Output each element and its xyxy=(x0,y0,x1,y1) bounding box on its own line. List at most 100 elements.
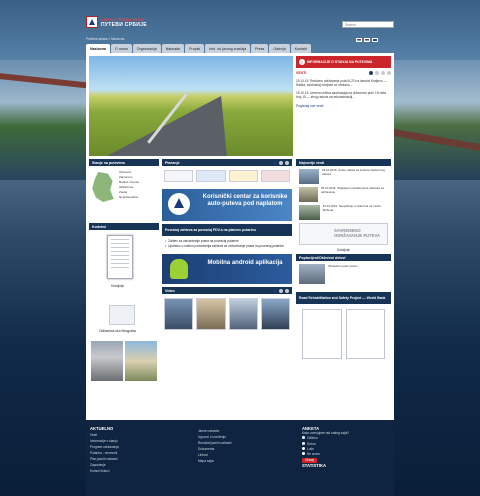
news-thumbnail xyxy=(299,187,318,202)
latest-news-heading: Najnovije vesti xyxy=(296,159,391,166)
search-input[interactable]: Search xyxy=(342,21,394,28)
site-container: ЈАВНО ПРЕДУЗЕЋЕ ПУТЕВИ СРБИЈЕ Search Poč… xyxy=(86,14,394,496)
serbia-map[interactable] xyxy=(92,172,114,202)
promo-photo[interactable] xyxy=(91,341,123,381)
pdv-item[interactable]: ▪ Uputstvo o načinu podnošenja zahteva za… xyxy=(165,244,289,249)
pager-dot[interactable] xyxy=(285,160,289,165)
stats-heading: STATISTIKA xyxy=(302,463,327,469)
flood-thumbnail xyxy=(299,264,325,284)
rehab-document[interactable] xyxy=(345,309,385,359)
hero-image[interactable] xyxy=(89,56,293,156)
pager-dot[interactable] xyxy=(387,71,391,75)
rehab-documents xyxy=(296,304,391,364)
footer-links-2: Javne nabavke Ugovori o izvođenju Rezult… xyxy=(198,428,232,464)
tab-propisi[interactable]: Propisi xyxy=(185,44,205,53)
pager-dot[interactable] xyxy=(273,160,277,165)
tab-press[interactable]: Press xyxy=(251,44,269,53)
flag-sr-icon[interactable] xyxy=(356,38,362,42)
pager-dot[interactable] xyxy=(369,71,373,75)
android-app-banner[interactable]: Mobilna android aplikacija xyxy=(162,254,292,285)
bank-logo[interactable] xyxy=(196,170,226,182)
payment-heading: Plaćanje xyxy=(162,159,292,166)
main-content: ! INFORMACIJE O STANJU NA PUTEVIMA VESTI… xyxy=(86,53,394,420)
rehab-document[interactable] xyxy=(302,309,342,359)
news-panel: ! INFORMACIJE O STANJU NA PUTEVIMA VESTI… xyxy=(296,56,391,156)
road-state-map[interactable]: Otvoreno Zatvoreno Radovi na putu Obilaz… xyxy=(89,166,159,220)
flood-block: Poplavljeni/Oštećeni delovi Obeleženi pu… xyxy=(296,254,391,289)
pager-dot[interactable] xyxy=(285,288,289,293)
flood-heading: Poplavljeni/Oštećeni delovi xyxy=(296,254,391,261)
flag-sr-latin-icon[interactable] xyxy=(364,38,370,42)
bank-logo[interactable] xyxy=(228,170,258,182)
road-state-heading: Stanje na putevima xyxy=(89,159,159,166)
news-pager xyxy=(369,71,391,75)
pager-dot[interactable] xyxy=(375,71,379,75)
video-thumbnails xyxy=(162,294,292,334)
background-photo-right xyxy=(388,60,480,180)
belgrade-map-block[interactable]: Obilaznica oko Beograda xyxy=(89,301,159,339)
video-thumbnail[interactable] xyxy=(164,298,194,331)
android-icon xyxy=(170,259,188,280)
latest-news-item[interactable]: 25.10.2015. Objavljeni rezultati javne n… xyxy=(296,184,391,202)
pager-dot[interactable] xyxy=(279,160,283,165)
kodeks-document[interactable] xyxy=(107,235,133,279)
tab-naslovna[interactable]: Naslovna xyxy=(86,44,110,53)
promo-photos xyxy=(89,339,159,383)
flag-en-icon[interactable] xyxy=(372,38,378,42)
video-thumbnail[interactable] xyxy=(228,298,258,331)
footer-link[interactable]: Mapa sajta xyxy=(198,458,232,464)
road-alert-label: INFORMACIJE O STANJU NA PUTEVIMA xyxy=(307,60,373,64)
bank-logos xyxy=(162,166,292,186)
tab-naknade[interactable]: Naknade xyxy=(161,44,185,53)
pdv-block: Povraćaj zahteva za povraćaj PDV-a na pl… xyxy=(162,224,292,251)
road-state-block: Stanje na putevima Otvoreno Zatvoreno Ra… xyxy=(89,159,159,220)
kodeks-link[interactable]: Detaljnije xyxy=(111,284,124,288)
pdv-heading: Povraćaj zahteva za povraćaj PDV-a na pl… xyxy=(162,224,292,236)
toll-center-banner[interactable]: Korisnički centar za korisnike auto-pute… xyxy=(162,189,292,221)
pager-dot[interactable] xyxy=(279,288,283,293)
left-column: Stanje na putevima Otvoreno Zatvoreno Ra… xyxy=(89,159,159,383)
brand-line2: ПУТЕВИ СРБИЈЕ xyxy=(101,22,147,28)
flood-item[interactable]: Obeleženi putni pravci xyxy=(296,261,391,289)
belgrade-map-caption[interactable]: Obilaznica oko Beograda xyxy=(99,329,136,333)
bank-logo[interactable] xyxy=(260,170,290,182)
latest-news-item[interactable]: 26.10.2015. Iznete odluke sa sednice Nad… xyxy=(296,166,391,184)
tab-organizacija[interactable]: Organizacija xyxy=(132,44,161,53)
latest-news-item[interactable]: 23.10.2015. Saopštenje o radovima na mos… xyxy=(296,202,391,220)
news-item[interactable]: 15.10.15. Izmena režima saobraćaja na dr… xyxy=(296,91,391,99)
alert-icon: ! xyxy=(299,59,305,65)
news-thumbnail xyxy=(299,169,319,184)
footer-link[interactable]: Korisni linkovi xyxy=(90,468,119,474)
video-block: Video xyxy=(162,287,292,334)
road-alert-banner[interactable]: ! INFORMACIJE O STANJU NA PUTEVIMA xyxy=(296,56,391,68)
tab-kontakt[interactable]: Kontakt xyxy=(290,44,311,53)
logo-icon[interactable] xyxy=(86,16,98,28)
belgrade-map[interactable] xyxy=(109,305,135,325)
news-heading-row: VESTI xyxy=(296,71,391,75)
maintenance-banner[interactable]: SAVREMENO ODRŽAVANJE PUTEVA xyxy=(299,223,388,245)
right-column: Najnovije vesti 26.10.2015. Iznete odluk… xyxy=(296,159,391,367)
news-heading: VESTI xyxy=(296,71,307,75)
footer: AKTUELNO Vesti Informacije o stanju Prog… xyxy=(86,420,394,496)
poll-option[interactable]: Ne znam xyxy=(302,452,349,457)
pager-dot[interactable] xyxy=(381,71,385,75)
main-nav: Naslovna O nama Organizacija Naknade Pro… xyxy=(86,44,394,53)
video-thumbnail[interactable] xyxy=(260,298,290,331)
tab-info[interactable]: Info. od javnog značaja xyxy=(205,44,251,53)
tab-galerija[interactable]: Galerija xyxy=(269,44,290,53)
promo-photo[interactable] xyxy=(125,341,157,381)
video-thumbnail[interactable] xyxy=(196,298,226,331)
toll-banner-title: Korisnički centar za korisnike auto-pute… xyxy=(202,194,288,207)
rehab-heading: Road Rehabilitation and Safety Project —… xyxy=(296,292,391,304)
news-item[interactable]: 15.10.15. Redovno održavanje puta M-22 n… xyxy=(296,79,391,87)
bank-logo[interactable] xyxy=(164,170,194,182)
all-news-link[interactable]: Pogledaj sve vesti xyxy=(296,104,391,108)
language-flags xyxy=(356,38,378,42)
footer-aktuelno: AKTUELNO Vesti Informacije o stanju Prog… xyxy=(90,426,119,474)
news-thumbnail xyxy=(299,205,320,220)
pager-dot[interactable] xyxy=(273,288,277,293)
toll-logo-icon xyxy=(168,193,190,215)
maintenance-link[interactable]: Detaljnije xyxy=(296,248,391,252)
tab-o-nama[interactable]: O nama xyxy=(110,44,132,53)
kodeks-block: Kodeksi Detaljnije xyxy=(89,223,159,298)
